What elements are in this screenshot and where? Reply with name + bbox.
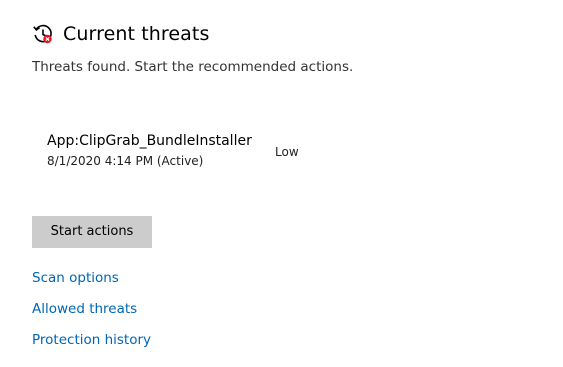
history-clock-alert-icon [32, 23, 54, 45]
allowed-threats-link[interactable]: Allowed threats [32, 301, 137, 317]
scan-options-link[interactable]: Scan options [32, 270, 119, 286]
threat-list-item[interactable]: App:ClipGrab_BundleInstaller 8/1/2020 4:… [47, 133, 347, 173]
header: Current threats [32, 20, 209, 48]
page-title: Current threats [63, 23, 210, 45]
start-actions-button[interactable]: Start actions [32, 216, 152, 248]
threat-severity: Low [275, 145, 299, 159]
threats-found-message: Threats found. Start the recommended act… [32, 59, 354, 75]
threat-name: App:ClipGrab_BundleInstaller [47, 133, 252, 149]
current-threats-page: Current threats Threats found. Start the… [0, 0, 563, 367]
threat-date: 8/1/2020 4:14 PM (Active) [47, 154, 204, 168]
protection-history-link[interactable]: Protection history [32, 332, 151, 348]
